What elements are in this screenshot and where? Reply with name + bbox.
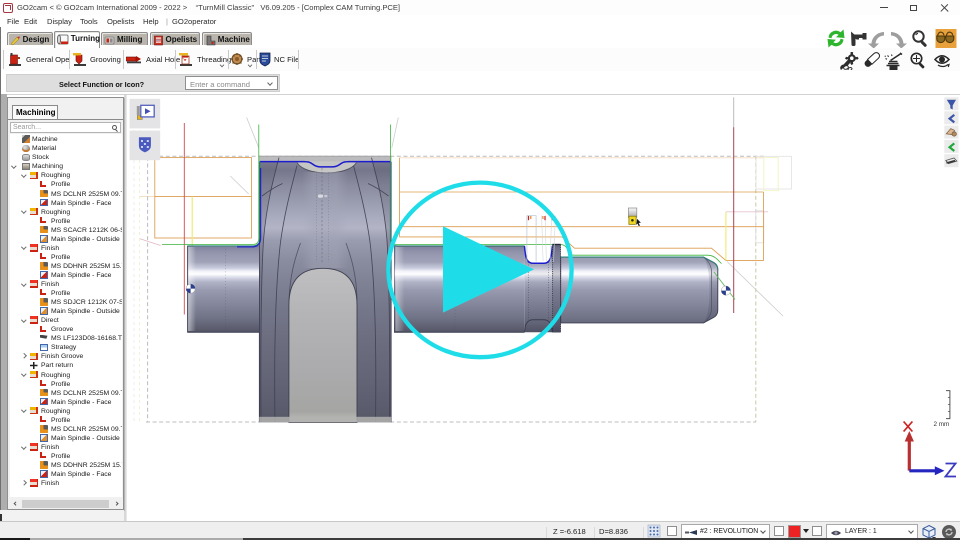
svg-text:2 mm: 2 mm	[934, 421, 950, 428]
